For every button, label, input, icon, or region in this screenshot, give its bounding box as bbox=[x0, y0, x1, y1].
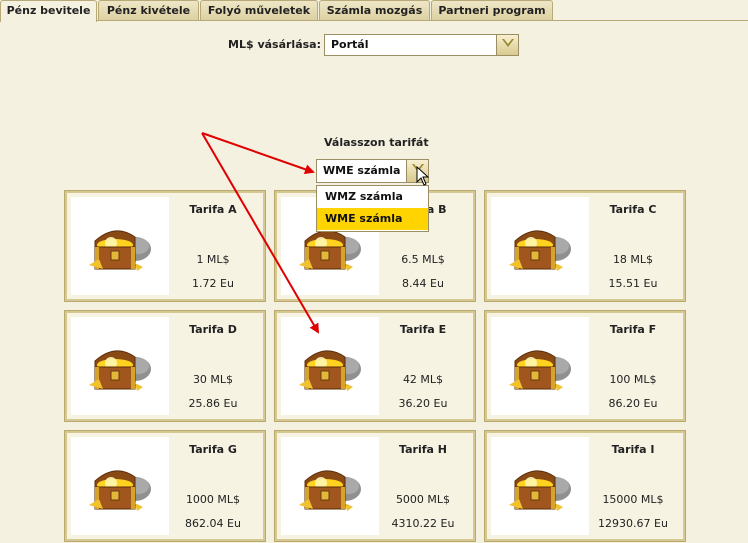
card-image bbox=[71, 317, 169, 415]
treasure-chest-icon bbox=[505, 219, 577, 282]
tariff-name: Tarifa G bbox=[189, 443, 237, 456]
tariff-ml-amount: 42 ML$ bbox=[402, 373, 444, 386]
tab-partneri-program[interactable]: Partneri program bbox=[431, 0, 553, 20]
treasure-chest-icon bbox=[295, 339, 367, 402]
tariff-eu-price: 1.72 Eu bbox=[192, 277, 234, 290]
chevron-down-icon bbox=[502, 39, 514, 47]
tariff-eu-price: 12930.67 Eu bbox=[598, 517, 668, 530]
tariff-ml-amount: 1 ML$ bbox=[196, 253, 230, 266]
treasure-chest-icon bbox=[85, 219, 157, 282]
tariff-ml-amount: 15000 ML$ bbox=[602, 493, 664, 506]
card-image bbox=[71, 197, 169, 295]
dropdown-option-wme[interactable]: WME számla bbox=[317, 208, 428, 230]
tariff-eu-price: 86.20 Eu bbox=[608, 397, 658, 410]
tariff-name: Tarifa F bbox=[609, 323, 657, 336]
tariff-select-label: Válasszon tarifát bbox=[324, 136, 429, 149]
card-image bbox=[281, 317, 379, 415]
tariff-eu-price: 25.86 Eu bbox=[188, 397, 238, 410]
tariff-card[interactable]: Tarifa E 42 ML$ 36.20 Eu bbox=[274, 310, 476, 422]
card-image bbox=[491, 317, 589, 415]
tab-penz-kivetele[interactable]: Pénz kivétele bbox=[98, 0, 199, 20]
purchase-select-button[interactable] bbox=[496, 35, 518, 55]
tariff-ml-amount: 18 ML$ bbox=[612, 253, 654, 266]
tariff-select-value: WME számla bbox=[323, 164, 401, 177]
tab-penz-bevitele[interactable]: Pénz bevitele bbox=[0, 0, 97, 22]
tariff-eu-price: 4310.22 Eu bbox=[391, 517, 455, 530]
treasure-chest-icon bbox=[505, 339, 577, 402]
tariff-name: Tarifa A bbox=[189, 203, 237, 216]
tab-bar: Pénz bevitele Pénz kivétele Folyó művele… bbox=[0, 0, 748, 22]
tariff-name: Tarifa H bbox=[399, 443, 447, 456]
tariff-card[interactable]: Tarifa G 1000 ML$ 862.04 Eu bbox=[64, 430, 266, 542]
tariff-card[interactable]: Tarifa A 1 ML$ 1.72 Eu bbox=[64, 190, 266, 302]
card-image bbox=[491, 437, 589, 535]
tab-szamla-mozgas[interactable]: Számla mozgás bbox=[319, 0, 430, 20]
tariff-eu-price: 8.44 Eu bbox=[402, 277, 444, 290]
treasure-chest-icon bbox=[85, 459, 157, 522]
treasure-chest-icon bbox=[295, 459, 367, 522]
tariff-ml-amount: 5000 ML$ bbox=[395, 493, 451, 506]
tariff-ml-amount: 100 ML$ bbox=[609, 373, 657, 386]
card-image bbox=[71, 437, 169, 535]
mouse-pointer-icon bbox=[416, 166, 430, 186]
purchase-select-value: Portál bbox=[331, 38, 369, 51]
purchase-label: ML$ vásárlása: bbox=[228, 38, 321, 51]
tariff-card[interactable]: Tarifa H 5000 ML$ 4310.22 Eu bbox=[274, 430, 476, 542]
card-image bbox=[491, 197, 589, 295]
tariff-card[interactable]: Tarifa C 18 ML$ 15.51 Eu bbox=[484, 190, 686, 302]
tariff-ml-amount: 30 ML$ bbox=[192, 373, 234, 386]
tariff-name: Tarifa D bbox=[189, 323, 237, 336]
treasure-chest-icon bbox=[505, 459, 577, 522]
dropdown-option-wmz[interactable]: WMZ számla bbox=[317, 186, 428, 208]
tariff-eu-price: 862.04 Eu bbox=[185, 517, 241, 530]
tariff-name: Tarifa E bbox=[399, 323, 447, 336]
tab-folyo-muveletek[interactable]: Folyó műveletek bbox=[200, 0, 318, 20]
tariff-name: Tarifa C bbox=[609, 203, 657, 216]
tariff-name: Tarifa I bbox=[611, 443, 655, 456]
treasure-chest-icon bbox=[85, 339, 157, 402]
tariff-dropdown: WMZ számla WME számla bbox=[316, 185, 429, 232]
tariff-card[interactable]: Tarifa F 100 ML$ 86.20 Eu bbox=[484, 310, 686, 422]
tariff-ml-amount: 1000 ML$ bbox=[185, 493, 241, 506]
tariff-eu-price: 15.51 Eu bbox=[608, 277, 658, 290]
purchase-select[interactable]: Portál bbox=[324, 34, 519, 56]
annotation-arrow-to-select bbox=[201, 132, 315, 175]
tariff-card[interactable]: Tarifa D 30 ML$ 25.86 Eu bbox=[64, 310, 266, 422]
tariff-card[interactable]: Tarifa I 15000 ML$ 12930.67 Eu bbox=[484, 430, 686, 542]
tariff-eu-price: 36.20 Eu bbox=[398, 397, 448, 410]
card-image bbox=[281, 437, 379, 535]
tariff-ml-amount: 6.5 ML$ bbox=[401, 253, 445, 266]
tariff-select[interactable]: WME számla bbox=[316, 159, 429, 183]
